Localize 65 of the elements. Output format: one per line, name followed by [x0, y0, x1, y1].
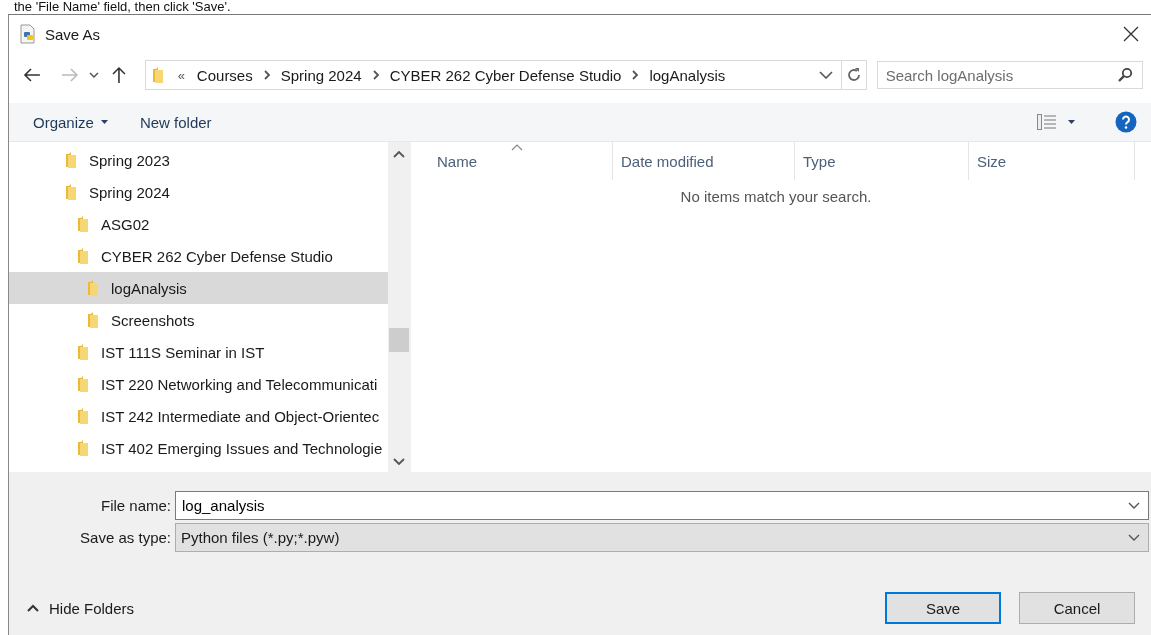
tree-item[interactable]: IST 220 Networking and Telecommunicati	[9, 368, 388, 400]
dialog-button[interactable]: Save	[885, 592, 1001, 624]
folder-icon	[77, 407, 89, 425]
folder-icon	[151, 66, 164, 84]
tree-item[interactable]: Screenshots	[9, 304, 388, 336]
dialog-button[interactable]: Cancel	[1019, 592, 1135, 624]
scrollbar[interactable]	[388, 142, 410, 472]
folder-icon	[77, 247, 89, 265]
caret-up-icon	[27, 604, 39, 612]
instruction-text: the 'File Name' field, then click 'Save'.	[14, 0, 232, 14]
back-arrow-icon[interactable]	[23, 67, 41, 83]
folder-icon	[77, 375, 89, 393]
scrollbar-thumb[interactable]	[389, 328, 409, 352]
empty-message: No items match your search.	[679, 188, 873, 205]
save-as-type-dropdown[interactable]: Python files (*.py;*.pyw)	[175, 522, 1149, 552]
folder-icon	[77, 439, 89, 457]
close-icon[interactable]	[1123, 26, 1139, 42]
address-bar[interactable]: « Courses Spring 2024 CYBER 262 Cyber Defense Studio logAnalysis	[144, 60, 867, 90]
save-as-type-label: Save as type:	[79, 528, 172, 546]
chevron-down-icon	[1128, 533, 1140, 541]
column-header[interactable]: Name	[411, 142, 613, 180]
view-options-icon[interactable]	[1037, 114, 1077, 130]
help-icon[interactable]	[1115, 111, 1137, 133]
column-header[interactable]: Date modified	[613, 142, 795, 180]
scroll-down-icon[interactable]	[393, 458, 405, 466]
column-header[interactable]: Type	[795, 142, 969, 180]
tree-item[interactable]: logAnalysis	[9, 272, 388, 304]
tree-item[interactable]: ASG02	[9, 208, 388, 240]
search-icon	[1117, 67, 1133, 83]
refresh-icon	[845, 67, 862, 83]
caret-down-icon	[100, 120, 108, 124]
chevron-right-icon[interactable]	[631, 70, 640, 80]
python-file-icon	[19, 24, 37, 44]
overflow-chevron[interactable]: «	[177, 67, 185, 83]
folder-icon	[87, 311, 99, 329]
file-name-field[interactable]: log_analysis	[175, 490, 1149, 520]
new-folder-button[interactable]: New folder	[129, 109, 222, 135]
folder-icon	[77, 215, 89, 233]
scroll-up-icon[interactable]	[393, 150, 405, 158]
tree-item[interactable]: IST 111S Seminar in IST	[9, 336, 388, 368]
up-arrow-icon[interactable]	[110, 66, 127, 84]
tree-item[interactable]: Spring 2024	[9, 176, 388, 208]
chevron-right-icon[interactable]	[371, 70, 380, 80]
chevron-down-icon[interactable]	[818, 71, 833, 79]
folder-icon	[65, 151, 77, 169]
folder-icon	[77, 343, 89, 361]
organize-button[interactable]: Organize	[23, 109, 118, 135]
folder-icon	[87, 279, 99, 297]
window-title: Save As	[45, 25, 101, 43]
breadcrumb-item[interactable]: Courses	[196, 66, 253, 84]
chevron-down-icon[interactable]	[1128, 501, 1140, 509]
tree-item[interactable]: IST 242 Intermediate and Object-Orientec	[9, 400, 388, 432]
tree-item[interactable]: Spring 2023	[9, 144, 388, 176]
chevron-right-icon[interactable]	[262, 70, 271, 80]
search-field[interactable]: Search logAnalysis	[876, 61, 1143, 89]
breadcrumb-item[interactable]: CYBER 262 Cyber Defense Studio	[389, 66, 622, 84]
hide-folders-button[interactable]: Hide Folders	[21, 598, 141, 618]
tree-item[interactable]: CYBER 262 Cyber Defense Studio	[9, 240, 388, 272]
file-name-label: File name:	[99, 496, 172, 514]
chevron-down-icon[interactable]	[88, 72, 99, 78]
column-header[interactable]: Size	[969, 142, 1135, 180]
tree-item[interactable]: IST 402 Emerging Issues and Technologie	[9, 432, 388, 464]
breadcrumb-item[interactable]: logAnalysis	[649, 66, 726, 84]
breadcrumb-item[interactable]: Spring 2024	[280, 66, 362, 84]
folder-icon	[65, 183, 77, 201]
